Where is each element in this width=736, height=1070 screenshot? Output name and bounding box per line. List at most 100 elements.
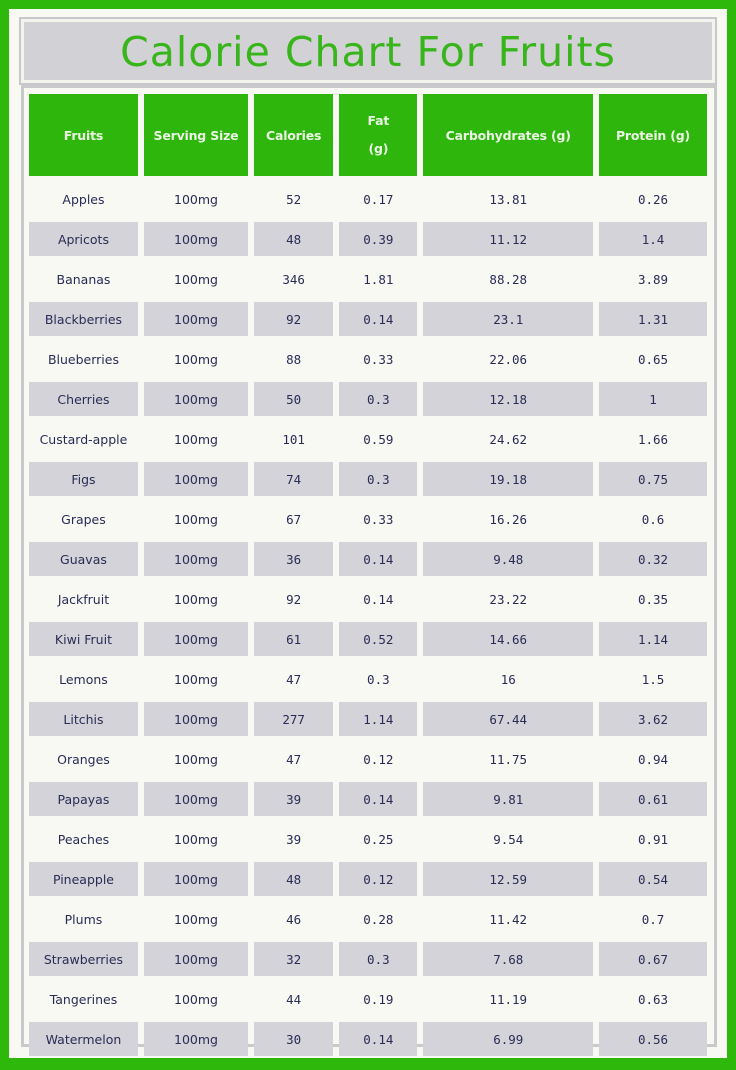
cell-calories: 39 [254, 782, 334, 816]
cell-protein: 1.66 [637, 431, 669, 447]
cell-fruit: Tangerines [49, 991, 118, 1007]
cell-serving-size: 100mg [143, 622, 249, 656]
cell-fruit: Oranges [57, 751, 110, 767]
table-row: Bananas 100mg 346 1.81 88.28 3.89 [29, 262, 707, 296]
cell-fruit: Papayas [29, 782, 138, 816]
header-fruits: Fruits [29, 94, 138, 176]
header-fat: Fat (g) [339, 94, 418, 176]
cell-carbohydrates: 19.18 [423, 462, 594, 496]
cell-protein: 0.54 [599, 862, 707, 896]
cell-serving-size: 100mg [174, 431, 218, 447]
cell-calories: 47 [286, 751, 302, 767]
cell-calories: 36 [254, 542, 334, 576]
cell-protein: 0.75 [599, 462, 707, 496]
cell-serving-size: 100mg [143, 382, 249, 416]
cell-protein: 1.5 [641, 671, 665, 687]
cell-carbohydrates: 6.99 [423, 1022, 594, 1056]
cell-calories: 346 [282, 271, 305, 287]
cell-fat: 0.14 [339, 1022, 418, 1056]
table-row: Blackberries 100mg 92 0.14 23.1 1.31 [29, 302, 707, 336]
cell-calories: 67 [286, 511, 302, 527]
cell-calories: 48 [254, 222, 334, 256]
cell-fat: 0.3 [339, 942, 418, 976]
cell-serving-size: 100mg [174, 671, 218, 687]
cell-fat: 1.14 [339, 702, 418, 736]
cell-fruit: Custard-apple [39, 431, 128, 447]
cell-carbohydrates: 11.75 [489, 751, 528, 767]
cell-serving-size: 100mg [143, 942, 249, 976]
table-row: Lemons 100mg 47 0.3 16 1.5 [29, 662, 707, 696]
header-calories: Calories [254, 94, 334, 176]
table-row: Blueberries 100mg 88 0.33 22.06 0.65 [29, 342, 707, 376]
cell-protein: 0.35 [637, 591, 669, 607]
cell-calories: 92 [286, 591, 302, 607]
table-row: Oranges 100mg 47 0.12 11.75 0.94 [29, 742, 707, 776]
table-row: Tangerines 100mg 44 0.19 11.19 0.63 [29, 982, 707, 1016]
table-body: Apples 100mg 52 0.17 13.81 0.26 Apricots 100mg 4… [29, 182, 707, 1056]
cell-fruit: Apricots [29, 222, 138, 256]
table-row: Guavas 100mg 36 0.14 9.48 0.32 [29, 542, 707, 576]
cell-calories: 46 [286, 911, 302, 927]
cell-fat: 0.14 [339, 302, 418, 336]
cell-fruit: Litchis [29, 702, 138, 736]
cell-carbohydrates: 9.48 [423, 542, 594, 576]
table-row: Litchis 100mg 277 1.14 67.44 3.62 [29, 702, 707, 736]
cell-protein: 0.63 [637, 991, 669, 1007]
cell-serving-size: 100mg [143, 782, 249, 816]
cell-calories: 61 [254, 622, 334, 656]
cell-fat: 0.14 [363, 591, 394, 607]
cell-serving-size: 100mg [143, 302, 249, 336]
cell-fat: 0.12 [363, 751, 394, 767]
table-row: Peaches 100mg 39 0.25 9.54 0.91 [29, 822, 707, 856]
cell-calories: 50 [254, 382, 334, 416]
cell-carbohydrates: 22.06 [489, 351, 528, 367]
cell-carbohydrates: 14.66 [423, 622, 594, 656]
cell-fruit: Cherries [29, 382, 138, 416]
cell-calories: 30 [254, 1022, 334, 1056]
cell-calories: 32 [254, 942, 334, 976]
cell-carbohydrates: 23.1 [423, 302, 594, 336]
cell-fat: 0.25 [363, 831, 394, 847]
cell-serving-size: 100mg [174, 351, 218, 367]
cell-fruit: Jackfruit [57, 591, 110, 607]
cell-fruit: Grapes [61, 511, 106, 527]
table-row: Jackfruit 100mg 92 0.14 23.22 0.35 [29, 582, 707, 616]
cell-protein: 0.91 [637, 831, 669, 847]
cell-fruit: Guavas [29, 542, 138, 576]
cell-fruit: Strawberries [29, 942, 138, 976]
cell-fat: 0.52 [339, 622, 418, 656]
cell-carbohydrates: 7.68 [423, 942, 594, 976]
cell-serving-size: 100mg [174, 271, 218, 287]
cell-fat: 0.28 [363, 911, 394, 927]
cell-protein: 1.4 [599, 222, 707, 256]
cell-protein: 1 [599, 382, 707, 416]
cell-serving-size: 100mg [174, 591, 218, 607]
cell-serving-size: 100mg [174, 191, 218, 207]
table-row: Apples 100mg 52 0.17 13.81 0.26 [29, 182, 707, 216]
cell-protein: 0.7 [641, 911, 665, 927]
cell-protein: 0.67 [599, 942, 707, 976]
cell-calories: 74 [254, 462, 334, 496]
cell-calories: 52 [286, 191, 302, 207]
cell-fruit: Lemons [59, 671, 108, 687]
cell-serving-size: 100mg [143, 542, 249, 576]
cell-fruit: Blueberries [47, 351, 119, 367]
table-row: Cherries 100mg 50 0.3 12.18 1 [29, 382, 707, 416]
cell-carbohydrates: 11.12 [423, 222, 594, 256]
table-row: Pineapple 100mg 48 0.12 12.59 0.54 [29, 862, 707, 896]
cell-calories: 277 [254, 702, 334, 736]
cell-carbohydrates: 11.42 [489, 911, 528, 927]
cell-fat: 0.3 [339, 382, 418, 416]
cell-protein: 3.89 [637, 271, 669, 287]
cell-protein: 0.32 [599, 542, 707, 576]
title-banner: Calorie Chart For Fruits [19, 17, 717, 85]
cell-serving-size: 100mg [174, 511, 218, 527]
cell-fruit: Watermelon [29, 1022, 138, 1056]
cell-fruit: Peaches [57, 831, 110, 847]
cell-serving-size: 100mg [143, 462, 249, 496]
header-fat-label: Fat [367, 113, 390, 128]
cell-fruit: Pineapple [29, 862, 138, 896]
cell-serving-size: 100mg [143, 1022, 249, 1056]
table-row: Plums 100mg 46 0.28 11.42 0.7 [29, 902, 707, 936]
cell-fruit: Figs [29, 462, 138, 496]
